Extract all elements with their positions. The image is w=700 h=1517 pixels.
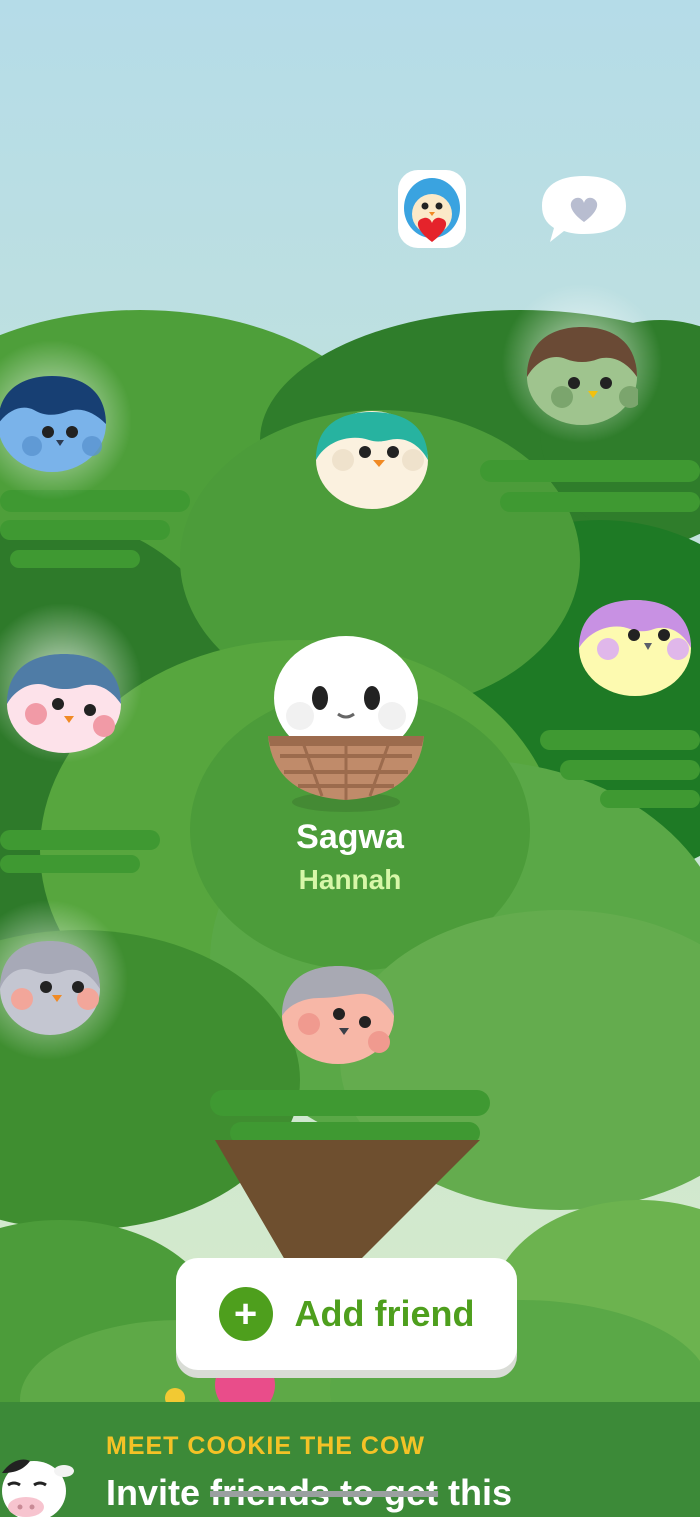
- promo-banner[interactable]: MEET COOKIE THE COW Invite friends to ge…: [0, 1402, 700, 1517]
- promo-headline: Invite friends to get this: [106, 1472, 512, 1514]
- add-friend-button[interactable]: + Add friend: [176, 1258, 517, 1370]
- bird-teal[interactable]: [315, 408, 429, 510]
- promo-headline-struck: friends to get: [210, 1472, 439, 1513]
- bird-gray[interactable]: [0, 937, 102, 1037]
- center-bird-name: Sagwa: [296, 818, 404, 856]
- bird-purple[interactable]: [578, 597, 692, 697]
- bird-brown-green[interactable]: [526, 323, 638, 427]
- cow-icon: [0, 1455, 76, 1517]
- bird-dark-blue-sleeping[interactable]: [0, 372, 110, 474]
- bird-blue-pink[interactable]: [6, 650, 122, 754]
- promo-headline-end: this: [438, 1472, 513, 1513]
- add-friend-label: Add friend: [294, 1293, 475, 1334]
- plus-icon: +: [218, 1287, 273, 1341]
- bird-gray-peach[interactable]: [281, 962, 395, 1066]
- promo-headline-start: Invite: [106, 1472, 211, 1513]
- heart-speech-bubble-icon[interactable]: [540, 172, 628, 246]
- center-bird-sagwa[interactable]: [262, 636, 430, 816]
- promo-kicker: MEET COOKIE THE COW: [106, 1432, 425, 1460]
- center-bird-owner: Hannah: [298, 864, 402, 895]
- bird-with-heart-icon[interactable]: [396, 168, 468, 250]
